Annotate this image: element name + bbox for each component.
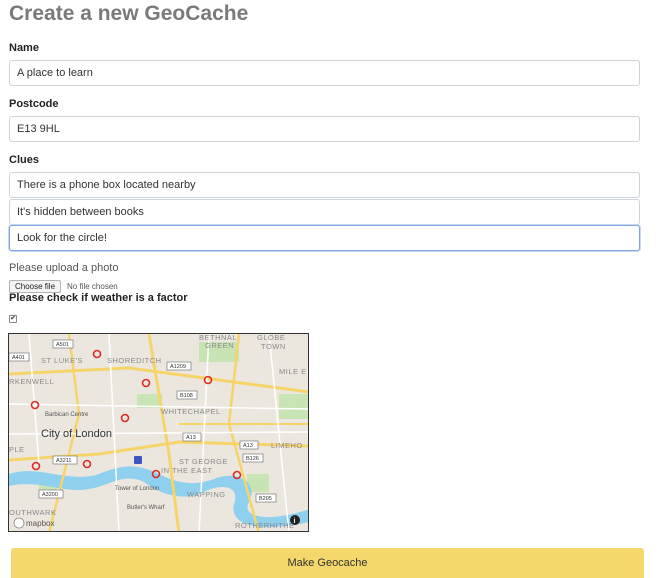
road-shield: B108 (180, 393, 193, 399)
map-area-label: ROTHERHITHE (235, 521, 295, 530)
map-poi-label: Tower of London (115, 486, 159, 492)
road-shield: A3211 (56, 458, 72, 464)
road-shield: A3200 (42, 492, 58, 498)
info-icon-glyph: i (294, 518, 296, 525)
road-shield: B205 (259, 496, 272, 502)
road-shield: A401 (12, 355, 25, 361)
map-area-label: GREEN (205, 341, 234, 350)
map-city-label: City of London (41, 428, 112, 440)
clue-input-1[interactable] (9, 172, 640, 198)
clues-label: Clues (9, 154, 39, 166)
map-area-label: ST GEORGE (179, 457, 228, 466)
postcode-input[interactable] (9, 116, 640, 142)
weather-checkbox[interactable]: ✔ (9, 315, 17, 323)
map-poi-label: Barbican Centre (45, 412, 89, 418)
map-area-label: TOWN (261, 342, 286, 351)
road-shield: A501 (56, 342, 69, 348)
map-area-label: MILE E (279, 367, 307, 376)
road-shield: A1209 (170, 364, 186, 370)
make-geocache-button[interactable]: Make Geocache (11, 548, 644, 578)
map-area-label: OUTHWARK (9, 508, 56, 517)
clue-input-2[interactable] (9, 199, 640, 225)
map-area-label: PLE (9, 445, 25, 454)
map-poi-label: Butler's Wharf (127, 505, 165, 511)
page-title: Create a new GeoCache (9, 2, 249, 25)
map-canvas[interactable]: BETHNAL GREEN GLOBE TOWN ST LUKE'S SHORE… (9, 334, 309, 532)
map-area-label: WAPPING (187, 490, 226, 499)
map-area-label: IN THE EAST (161, 466, 213, 475)
road-shield: A13 (243, 443, 253, 449)
map-area-label: GLOBE (257, 334, 285, 342)
photo-label: Please upload a photo (9, 262, 119, 274)
road-shield: A13 (186, 435, 196, 441)
clue-input-3[interactable] (9, 225, 640, 251)
name-label: Name (9, 42, 39, 54)
map-area-label: RKENWELL (9, 377, 54, 386)
map-area-label: LIMEHO (271, 441, 303, 450)
file-status: No file chosen (67, 282, 118, 291)
name-input[interactable] (9, 60, 640, 86)
map-area-label: ST LUKE'S (41, 356, 83, 365)
map[interactable]: BETHNAL GREEN GLOBE TOWN ST LUKE'S SHORE… (8, 333, 309, 532)
rail-station-icon (134, 456, 142, 464)
map-area-label: WHITECHAPEL (161, 407, 221, 416)
map-area-label: SHOREDITCH (107, 356, 162, 365)
mapbox-logo: mapbox (26, 519, 54, 528)
postcode-label: Postcode (9, 98, 59, 110)
weather-label: Please check if weather is a factor (9, 292, 188, 304)
road-shield: B126 (246, 456, 259, 462)
